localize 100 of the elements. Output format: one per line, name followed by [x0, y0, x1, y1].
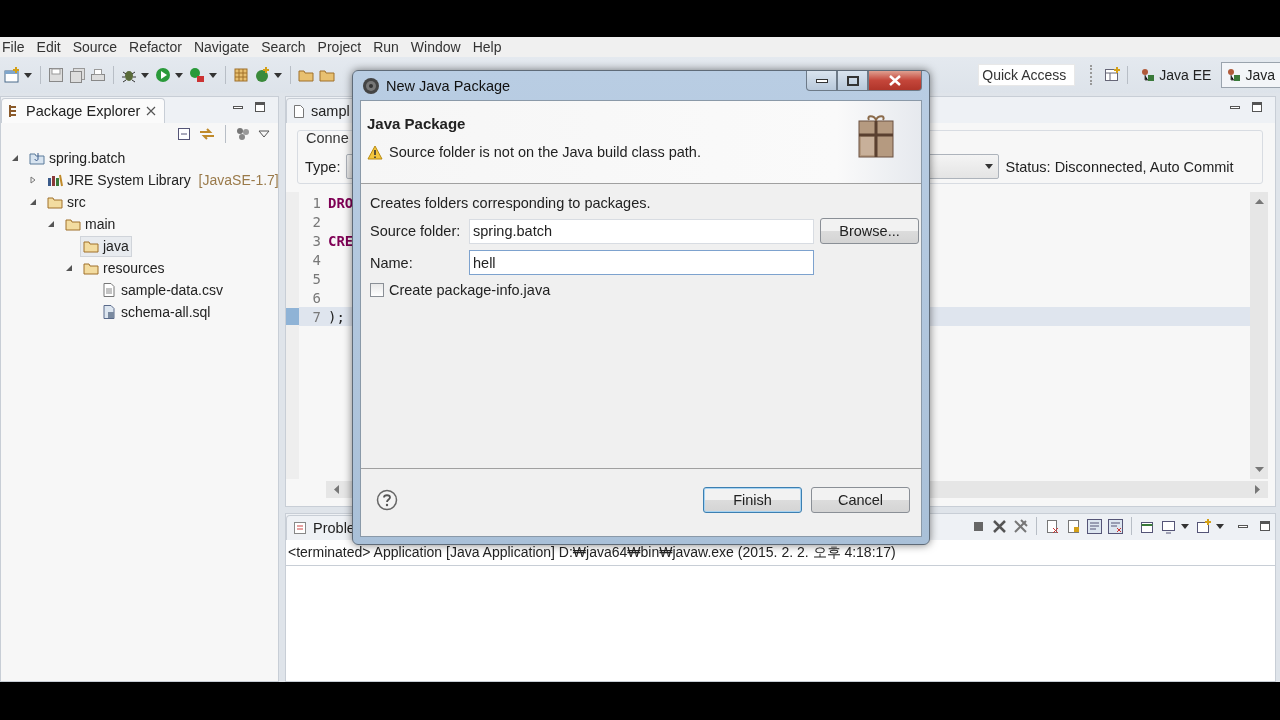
folder-icon	[47, 194, 63, 210]
view-tab[interactable]: Package Explorer	[1, 98, 166, 123]
folder-icon	[83, 238, 99, 254]
save-icon[interactable]	[48, 67, 64, 83]
tree-item[interactable]: JRE System Library [JavaSE-1.7]	[44, 169, 278, 191]
scroll-down-icon[interactable]	[1254, 467, 1264, 473]
line-number: 1	[311, 194, 321, 211]
clear-console-icon[interactable]	[1045, 518, 1060, 534]
quick-access-field[interactable]: Quick Access	[978, 64, 1076, 86]
folder-icon	[83, 260, 99, 276]
run-icon[interactable]	[155, 67, 171, 83]
dialog-button[interactable]: Cancel	[811, 486, 910, 513]
view-menu-icon[interactable]	[258, 129, 270, 139]
tree-item[interactable]: sample-data.csv	[98, 279, 226, 301]
menu-item[interactable]: Window	[410, 39, 461, 55]
code-text: DRO	[328, 194, 354, 211]
tree-item[interactable]: src	[44, 191, 89, 213]
description-text: Creates folders corresponding to packages.	[370, 195, 652, 211]
scroll-left-icon[interactable]	[333, 485, 339, 494]
dialog-button[interactable]: Finish	[703, 486, 802, 513]
tree-item[interactable]: schema-all.sql	[98, 301, 214, 323]
close-button[interactable]	[868, 71, 922, 91]
run-stop-icon[interactable]	[189, 67, 205, 83]
link-icon[interactable]	[199, 127, 215, 141]
checkbox[interactable]	[370, 283, 384, 297]
menu-item[interactable]: Search	[261, 39, 306, 55]
expanded-arrow-icon[interactable]	[29, 198, 37, 206]
warning-icon	[367, 144, 383, 160]
menu-item[interactable]: Navigate	[193, 39, 250, 55]
folder-icon[interactable]	[298, 67, 314, 83]
scroll-lock-icon[interactable]	[1066, 518, 1081, 534]
close-icon	[889, 75, 901, 86]
caret-icon[interactable]	[174, 70, 184, 80]
tree-item[interactable]: java	[80, 235, 132, 257]
caret-icon[interactable]	[23, 70, 33, 80]
close-icon[interactable]	[146, 106, 157, 116]
menu-item[interactable]: File	[2, 39, 25, 55]
caret-icon[interactable]	[1180, 521, 1190, 531]
new-console-icon[interactable]	[1196, 518, 1211, 534]
grid-icon[interactable]	[233, 67, 249, 83]
caret-icon[interactable]	[273, 70, 283, 80]
perspective-icon	[1226, 67, 1243, 83]
maximize-button[interactable]	[837, 71, 868, 91]
tree-item[interactable]: spring.batch	[26, 147, 129, 169]
remove-icon[interactable]	[992, 518, 1007, 534]
filter-icon[interactable]	[236, 127, 250, 141]
caret-icon[interactable]	[140, 70, 150, 80]
checkbox-label: Create package-info.java	[389, 282, 551, 298]
perspective-button[interactable]: Java EE	[1135, 62, 1217, 88]
menu-item[interactable]: Run	[373, 39, 399, 55]
menu-item[interactable]: Refactor	[129, 39, 182, 55]
expanded-arrow-icon[interactable]	[11, 154, 19, 162]
text-field[interactable]: spring.batch	[469, 218, 814, 244]
library-icon	[47, 172, 63, 188]
collapsed-arrow-icon[interactable]	[29, 176, 37, 184]
scroll-right-icon[interactable]	[1255, 485, 1261, 494]
monitor-icon[interactable]	[1161, 518, 1176, 534]
file-icon	[293, 104, 305, 118]
maximize-icon[interactable]	[1251, 101, 1263, 113]
menu-item[interactable]: Project	[317, 39, 362, 55]
status-text: Status: Disconnected, Auto Commit	[1005, 158, 1234, 175]
line-number: 5	[311, 270, 321, 287]
perspective-button[interactable]: Java	[1221, 62, 1280, 88]
browse-button[interactable]: Browse...	[820, 218, 919, 244]
open-perspective-icon[interactable]	[1104, 67, 1121, 83]
field-label: Name:	[370, 254, 414, 271]
menu-item[interactable]: Help	[472, 39, 502, 55]
problems-icon	[293, 521, 307, 535]
caret-icon[interactable]	[1215, 521, 1225, 531]
maximize-icon[interactable]	[254, 101, 266, 113]
word-wrap-icon[interactable]	[1108, 518, 1123, 534]
tree-item[interactable]: resources	[80, 257, 168, 279]
save-all-icon[interactable]	[69, 67, 85, 83]
vertical-scrollbar[interactable]	[1250, 192, 1268, 479]
field-label: Source folder:	[370, 223, 462, 239]
expanded-arrow-icon[interactable]	[47, 220, 55, 228]
line-number: 3	[311, 232, 321, 249]
minimize-icon	[815, 77, 828, 84]
maximize-icon[interactable]	[1259, 520, 1271, 532]
menu-item[interactable]: Source	[72, 39, 118, 55]
folder-icon	[29, 150, 45, 166]
remove-all-icon[interactable]	[1013, 518, 1028, 534]
scroll-up-icon[interactable]	[1254, 198, 1264, 204]
collapse-all-icon[interactable]	[177, 127, 191, 141]
print-icon[interactable]	[90, 67, 106, 83]
app-icon	[362, 76, 380, 95]
caret-icon[interactable]	[208, 70, 218, 80]
text-field[interactable]: hell	[469, 250, 814, 275]
menu-item[interactable]: Edit	[36, 39, 61, 55]
tree-item[interactable]: main	[62, 213, 119, 235]
expanded-arrow-icon[interactable]	[65, 264, 73, 272]
minimize-button[interactable]	[806, 71, 837, 91]
folder-icon[interactable]	[319, 67, 335, 83]
file-icon	[101, 304, 117, 320]
warning-message: Source folder is not on the Java build class path.	[389, 144, 701, 160]
line-number: 7	[311, 308, 321, 325]
file-icon	[101, 282, 117, 298]
pin-console-icon[interactable]	[1087, 518, 1102, 534]
line-number: 2	[311, 213, 321, 230]
help-icon[interactable]	[376, 488, 398, 511]
